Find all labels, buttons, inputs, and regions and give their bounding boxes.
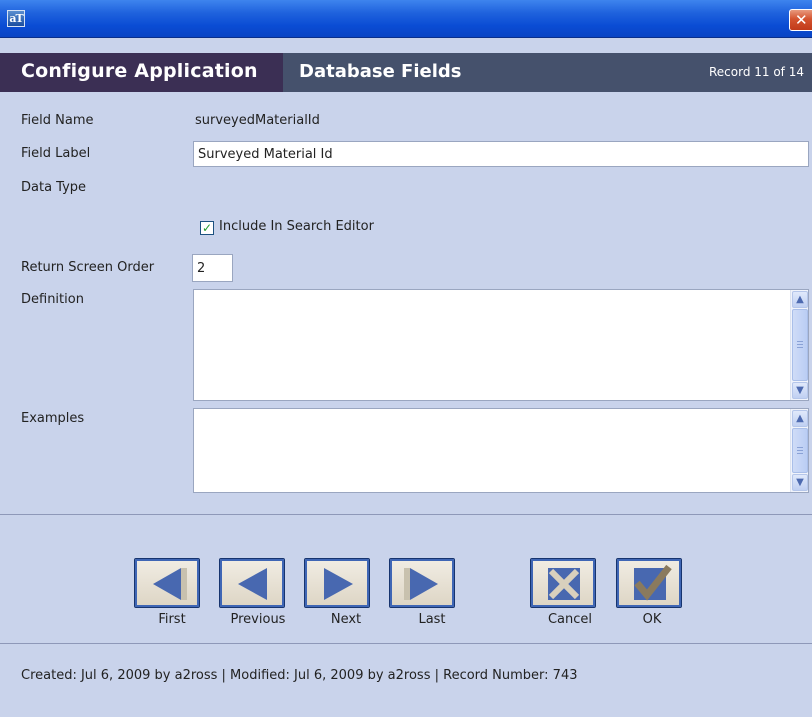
cancel-icon (548, 568, 580, 600)
divider (0, 514, 812, 515)
scroll-thumb[interactable] (792, 428, 808, 473)
cancel-caption: Cancel (547, 612, 593, 627)
next-button[interactable] (304, 558, 370, 608)
include-search-checkbox[interactable]: ✓ (200, 221, 214, 235)
first-icon (153, 568, 187, 600)
chevron-down-icon[interactable]: ▼ (792, 474, 808, 491)
ok-icon (634, 564, 672, 601)
field-name-value: surveyedMaterialId (195, 113, 320, 128)
header-band: Configure Application Database Fields Re… (0, 53, 812, 92)
chevron-up-icon[interactable]: ▲ (792, 291, 808, 308)
section-header: Database Fields Record 11 of 14 (283, 53, 812, 92)
definition-scrollbar[interactable]: ▲ ▼ (790, 290, 808, 400)
return-order-label: Return Screen Order (21, 260, 155, 275)
data-type-label: Data Type (21, 180, 87, 195)
last-button[interactable] (389, 558, 455, 608)
last-caption: Last (418, 612, 446, 627)
scroll-thumb[interactable] (792, 309, 808, 381)
previous-icon (238, 568, 267, 600)
record-status: Record 11 of 14 (708, 65, 804, 79)
window-close-button[interactable]: ✕ (789, 9, 812, 31)
chevron-down-icon[interactable]: ▼ (792, 382, 808, 399)
examples-scrollbar[interactable]: ▲ ▼ (790, 409, 808, 492)
first-button[interactable] (134, 558, 200, 608)
examples-textarea[interactable]: ▲ ▼ (193, 408, 809, 493)
ok-caption: OK (642, 612, 662, 627)
previous-caption: Previous (230, 612, 286, 627)
next-icon (324, 568, 353, 600)
definition-label: Definition (21, 292, 84, 307)
field-label-input[interactable] (193, 141, 809, 167)
examples-label: Examples (21, 411, 85, 426)
section-title: Database Fields (299, 61, 462, 82)
divider (0, 643, 812, 644)
first-caption: First (158, 612, 186, 627)
ok-button[interactable] (616, 558, 682, 608)
include-search-label: Include In Search Editor (219, 219, 374, 234)
chevron-up-icon[interactable]: ▲ (792, 410, 808, 427)
last-icon (404, 568, 438, 600)
window-title-bar: aT ✕ (0, 0, 812, 38)
app-title: Configure Application (21, 60, 258, 82)
field-label-label: Field Label (21, 146, 91, 161)
cancel-button[interactable] (530, 558, 596, 608)
definition-textarea[interactable]: ▲ ▼ (193, 289, 809, 401)
next-caption: Next (330, 612, 362, 627)
previous-button[interactable] (219, 558, 285, 608)
return-order-input[interactable] (192, 254, 233, 282)
audit-footer: Created: Jul 6, 2009 by a2ross | Modifie… (21, 668, 578, 683)
field-name-label: Field Name (21, 113, 94, 128)
app-logo-icon: aT (7, 10, 25, 27)
